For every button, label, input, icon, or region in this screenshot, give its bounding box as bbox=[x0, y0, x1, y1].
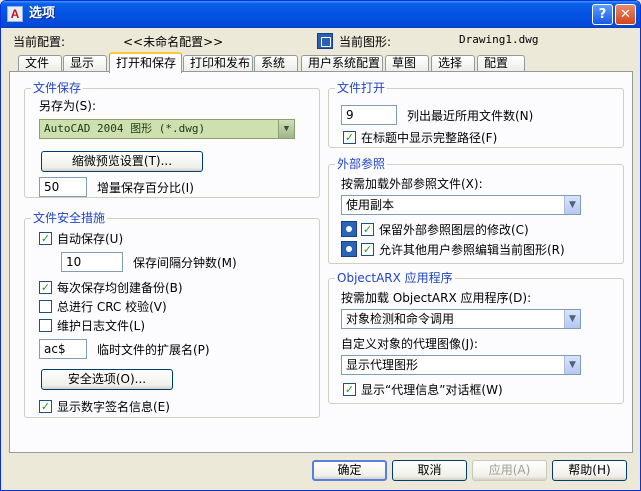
xref-group: 外部参照 按需加载外部参照文件(X): 使用副本 ▼ ✓ 保留外部参照图层的修改… bbox=[328, 157, 624, 264]
autosave-interval-input[interactable]: 10 bbox=[61, 252, 123, 272]
full-path-in-title-label: 在标题中显示完整路径(F) bbox=[361, 131, 498, 145]
file-safety-legend: 文件安全措施 bbox=[31, 211, 108, 225]
tab-open-and-save[interactable]: 打开和保存 bbox=[109, 52, 182, 73]
file-save-legend: 文件保存 bbox=[31, 81, 84, 95]
proxy-image-label: 自定义对象的代理图像(J): bbox=[341, 337, 478, 351]
xref-setting-icon bbox=[341, 221, 357, 237]
tab-user-preferences[interactable]: 用户系统配置 bbox=[301, 55, 383, 72]
objectarx-demand-load-value: 对象检测和命令调用 bbox=[346, 312, 455, 326]
ok-button[interactable]: 确定 bbox=[312, 460, 387, 481]
current-drawing-label: 当前图形: bbox=[339, 35, 392, 49]
proxy-info-dialog-checkbox[interactable]: ✓ bbox=[343, 383, 356, 396]
retain-xref-layer-changes-label: 保留外部参照图层的修改(C) bbox=[379, 223, 529, 237]
temp-file-extension-input[interactable]: ac$ bbox=[39, 339, 87, 359]
chevron-down-icon[interactable]: ▼ bbox=[564, 356, 580, 374]
chevron-down-icon[interactable]: ▼ bbox=[564, 196, 580, 214]
tab-profiles[interactable]: 配置 bbox=[477, 55, 525, 72]
file-open-group: 文件打开 9 列出最近所用文件数(N) ✓ 在标题中显示完整路径(F) bbox=[328, 81, 624, 148]
allow-xref-edit-label: 允许其他用户参照编辑当前图形(R) bbox=[379, 243, 565, 257]
title-bar[interactable]: A 选项 ? ✕ bbox=[1, 1, 640, 28]
options-dialog: A 选项 ? ✕ 当前配置: <<未命名配置>> 当前图形: Drawing1.… bbox=[0, 0, 641, 491]
digital-signature-label: 显示数字签名信息(E) bbox=[57, 400, 170, 414]
objectarx-demand-load-select[interactable]: 对象检测和命令调用 ▼ bbox=[341, 309, 581, 329]
proxy-info-dialog-label: 显示“代理信息”对话框(W) bbox=[361, 383, 503, 397]
log-file-label: 维护日志文件(L) bbox=[57, 319, 146, 333]
xref-setting-icon bbox=[341, 241, 357, 257]
open-and-save-panel: 文件保存 另存为(S): AutoCAD 2004 图形 (*.dwg) ▼ 缩… bbox=[9, 71, 633, 453]
file-save-group: 文件保存 另存为(S): AutoCAD 2004 图形 (*.dwg) ▼ 缩… bbox=[24, 81, 320, 198]
autosave-interval-label: 保存间隔分钟数(M) bbox=[133, 256, 237, 270]
tab-selection[interactable]: 选择 bbox=[431, 55, 475, 72]
current-drawing-value: Drawing1.dwg bbox=[459, 33, 539, 46]
xref-demand-load-select[interactable]: 使用副本 ▼ bbox=[341, 195, 581, 215]
backup-checkbox[interactable]: ✓ bbox=[39, 281, 52, 294]
current-profile-label: 当前配置: bbox=[13, 35, 66, 49]
objectarx-group: ObjectARX 应用程序 按需加载 ObjectARX 应用程序(D): 对… bbox=[328, 271, 624, 404]
cancel-button[interactable]: 取消 bbox=[392, 460, 467, 481]
tab-display[interactable]: 显示 bbox=[63, 55, 107, 72]
current-profile-value: <<未命名配置>> bbox=[123, 35, 224, 49]
apply-button[interactable]: 应用(A) bbox=[472, 460, 547, 481]
objectarx-legend: ObjectARX 应用程序 bbox=[335, 271, 455, 285]
drawing-icon bbox=[317, 33, 333, 49]
allow-xref-edit-checkbox[interactable]: ✓ bbox=[361, 243, 374, 256]
dialog-title: 选项 bbox=[29, 6, 56, 21]
recent-files-count-input[interactable]: 9 bbox=[341, 105, 397, 125]
save-as-label: 另存为(S): bbox=[39, 99, 97, 113]
chevron-down-icon[interactable]: ▼ bbox=[564, 310, 580, 328]
help-button[interactable]: 帮助(H) bbox=[552, 460, 627, 481]
xref-demand-load-value: 使用副本 bbox=[346, 198, 395, 212]
tab-system[interactable]: 系统 bbox=[254, 55, 298, 72]
recent-files-count-label: 列出最近所用文件数(N) bbox=[407, 109, 534, 123]
objectarx-demand-load-label: 按需加载 ObjectARX 应用程序(D): bbox=[341, 291, 532, 305]
security-options-button[interactable]: 安全选项(O)... bbox=[41, 369, 173, 390]
help-icon[interactable]: ? bbox=[592, 4, 613, 25]
tab-drafting[interactable]: 草图 bbox=[385, 55, 429, 72]
xref-legend: 外部参照 bbox=[335, 157, 388, 171]
file-open-legend: 文件打开 bbox=[335, 81, 388, 95]
chevron-down-icon[interactable]: ▼ bbox=[278, 120, 294, 138]
temp-file-extension-label: 临时文件的扩展名(P) bbox=[97, 343, 210, 357]
tab-plot-and-publish[interactable]: 打印和发布 bbox=[183, 55, 253, 72]
incremental-save-input[interactable]: 50 bbox=[39, 177, 87, 197]
save-as-select[interactable]: AutoCAD 2004 图形 (*.dwg) ▼ bbox=[39, 119, 295, 139]
log-file-checkbox[interactable] bbox=[39, 319, 52, 332]
autosave-checkbox[interactable]: ✓ bbox=[39, 232, 52, 245]
tab-files[interactable]: 文件 bbox=[18, 55, 62, 72]
autocad-app-icon: A bbox=[7, 6, 23, 22]
close-icon[interactable]: ✕ bbox=[615, 4, 636, 25]
proxy-image-select[interactable]: 显示代理图形 ▼ bbox=[341, 355, 581, 375]
autosave-label: 自动保存(U) bbox=[57, 232, 124, 246]
save-as-value: AutoCAD 2004 图形 (*.dwg) bbox=[44, 122, 206, 135]
file-safety-group: 文件安全措施 ✓ 自动保存(U) 10 保存间隔分钟数(M) ✓ 每次保存均创建… bbox=[24, 211, 320, 418]
incremental-save-label: 增量保存百分比(I) bbox=[97, 181, 194, 195]
crc-check-checkbox[interactable] bbox=[39, 300, 52, 313]
digital-signature-checkbox[interactable]: ✓ bbox=[39, 400, 52, 413]
xref-demand-load-label: 按需加载外部参照文件(X): bbox=[341, 177, 483, 191]
proxy-image-value: 显示代理图形 bbox=[346, 358, 419, 372]
backup-label: 每次保存均创建备份(B) bbox=[57, 281, 183, 295]
thumbnail-preview-settings-button[interactable]: 缩微预览设置(T)... bbox=[41, 151, 203, 172]
retain-xref-layer-changes-checkbox[interactable]: ✓ bbox=[361, 223, 374, 236]
full-path-in-title-checkbox[interactable]: ✓ bbox=[343, 131, 356, 144]
crc-check-label: 总进行 CRC 校验(V) bbox=[57, 300, 167, 314]
